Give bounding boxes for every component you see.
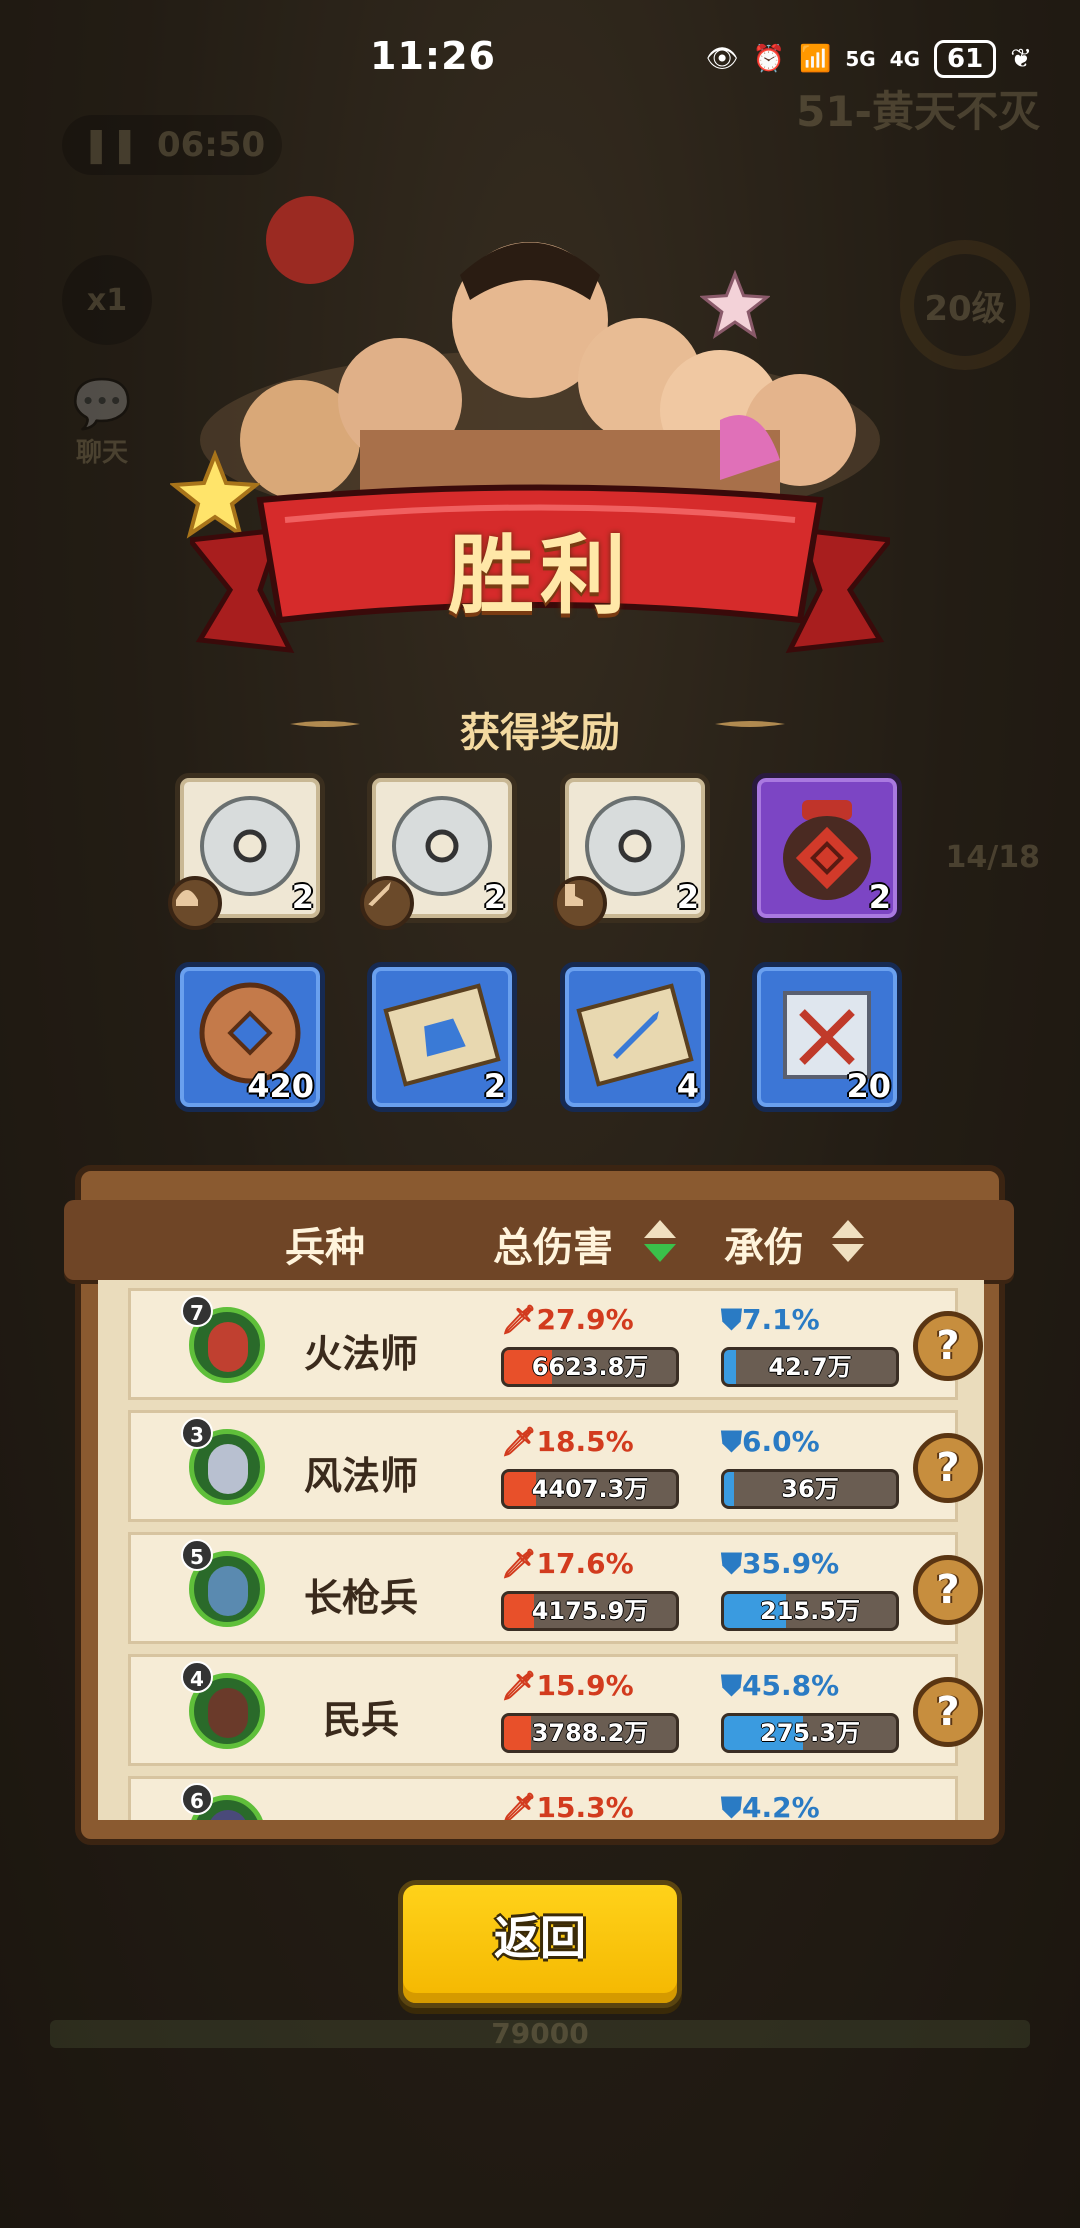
help-button[interactable]: ?	[913, 1311, 983, 1381]
reward-tile[interactable]: 2	[367, 962, 517, 1112]
reward-count: 2	[291, 878, 314, 916]
damage-percent: 🗡15.3%	[501, 1791, 634, 1820]
taken-bar: 36万	[721, 1469, 899, 1509]
return-button[interactable]: 返回	[398, 1880, 682, 2008]
celebration-illustration	[200, 196, 880, 520]
reward-count: 2	[676, 878, 699, 916]
damage-bar: 4175.9万	[501, 1591, 679, 1631]
victory-title: 胜利	[448, 526, 632, 626]
damage-bar: 3788.2万	[501, 1713, 679, 1753]
star-icon	[700, 270, 770, 339]
shield-icon: ⛊	[721, 1547, 743, 1580]
reward-count: 2	[868, 878, 891, 916]
reward-count: 4	[676, 1067, 699, 1105]
leaf-icon: ❦	[1010, 44, 1032, 74]
reward-tile[interactable]: 2	[360, 773, 517, 930]
reward-title: 获得奖励	[460, 710, 620, 756]
shield-icon: ⛊	[721, 1425, 743, 1458]
unit-level: 7	[181, 1295, 213, 1327]
signal-4g: 4G	[889, 47, 921, 71]
table-row: 3 风法师 🗡18.5% 4407.3万 ⛊6.0% 36万 ?	[128, 1410, 983, 1522]
shield-icon: ⛊	[721, 1669, 743, 1702]
unit-level: 4	[181, 1661, 213, 1693]
reward-tile[interactable]: 2	[553, 773, 710, 930]
taken-bar: 275.3万	[721, 1713, 899, 1753]
table-row: 7 火法师 🗡27.9% 6623.8万 ⛊7.1% 42.7万 ?	[128, 1288, 983, 1400]
sword-icon	[360, 876, 414, 930]
taken-percent: ⛊4.2%	[721, 1791, 820, 1820]
help-button[interactable]: ?	[913, 1677, 983, 1747]
damage-percent: 🗡15.9%	[501, 1669, 634, 1702]
damage-bar: 4407.3万	[501, 1469, 679, 1509]
damage-icon: 🗡	[501, 1791, 537, 1820]
damage-percent: 🗡18.5%	[501, 1425, 634, 1458]
taken-percent: ⛊6.0%	[721, 1425, 820, 1458]
header-unit: 兵种	[285, 1225, 365, 1271]
unit-name: 风法师	[303, 1454, 418, 1498]
status-icons: 👁 ⏰ 📶 5G 4G 61 ❦	[706, 40, 1032, 78]
helmet-icon	[168, 876, 222, 930]
taken-percent: ⛊35.9%	[721, 1547, 840, 1580]
signal-5g: 5G	[845, 47, 876, 71]
right-ornament-icon	[715, 721, 785, 727]
stats-list[interactable]: 7 火法师 🗡27.9% 6623.8万 ⛊7.1% 42.7万 ? 3 风法师…	[98, 1280, 984, 1820]
battery-indicator: 61	[934, 40, 997, 78]
table-row: 6 🗡15.3% ⛊4.2%	[128, 1776, 958, 1820]
damage-icon: 🗡	[501, 1669, 537, 1702]
damage-percent: 🗡27.9%	[501, 1303, 634, 1336]
taken-percent: ⛊7.1%	[721, 1303, 820, 1336]
taken-bar: 42.7万	[721, 1347, 899, 1387]
status-bar: 11:26 👁 ⏰ 📶 5G 4G 61 ❦	[0, 0, 1080, 120]
damage-icon: 🗡	[501, 1425, 537, 1458]
unit-level: 6	[181, 1783, 213, 1815]
clock: 11:26	[370, 34, 496, 78]
unit-name: 民兵	[322, 1698, 399, 1742]
unit-level: 3	[181, 1417, 213, 1449]
reward-tile[interactable]: 420	[175, 962, 325, 1112]
eye-icon: 👁	[705, 44, 739, 74]
sort-taken-icon[interactable]	[830, 1218, 866, 1264]
unit-name: 长枪兵	[303, 1576, 418, 1620]
header-taken[interactable]: 承伤	[724, 1215, 804, 1273]
wifi-icon: 📶	[798, 44, 832, 74]
reward-tile[interactable]: 2	[752, 773, 902, 923]
damage-bar: 6623.8万	[501, 1347, 679, 1387]
reward-tile[interactable]: 2	[168, 773, 325, 930]
reward-tile[interactable]: 4	[560, 962, 710, 1112]
reward-count: 2	[483, 1067, 506, 1105]
table-row: 4 民兵 🗡15.9% 3788.2万 ⛊45.8% 275.3万 ?	[128, 1654, 983, 1766]
damage-icon: 🗡	[501, 1303, 537, 1336]
taken-bar: 215.5万	[721, 1591, 899, 1631]
reward-count: 420	[247, 1067, 314, 1105]
boot-icon	[553, 876, 607, 930]
table-row: 5 长枪兵 🗡17.6% 4175.9万 ⛊35.9% 215.5万 ?	[128, 1532, 983, 1644]
alarm-icon: ⏰	[752, 44, 785, 74]
help-button[interactable]: ?	[913, 1433, 983, 1503]
reward-tile[interactable]: 20	[752, 962, 902, 1112]
damage-icon: 🗡	[501, 1547, 537, 1580]
unit-name: 火法师	[303, 1332, 418, 1376]
unit-level: 5	[181, 1539, 213, 1571]
reward-count: 20	[846, 1067, 891, 1105]
help-button[interactable]: ?	[913, 1555, 983, 1625]
reward-count: 2	[483, 878, 506, 916]
shield-icon: ⛊	[721, 1791, 743, 1820]
sort-damage-icon[interactable]	[642, 1218, 678, 1264]
damage-percent: 🗡17.6%	[501, 1547, 634, 1580]
taken-percent: ⛊45.8%	[721, 1669, 840, 1702]
header-damage[interactable]: 总伤害	[493, 1215, 613, 1273]
shield-icon: ⛊	[721, 1303, 743, 1336]
